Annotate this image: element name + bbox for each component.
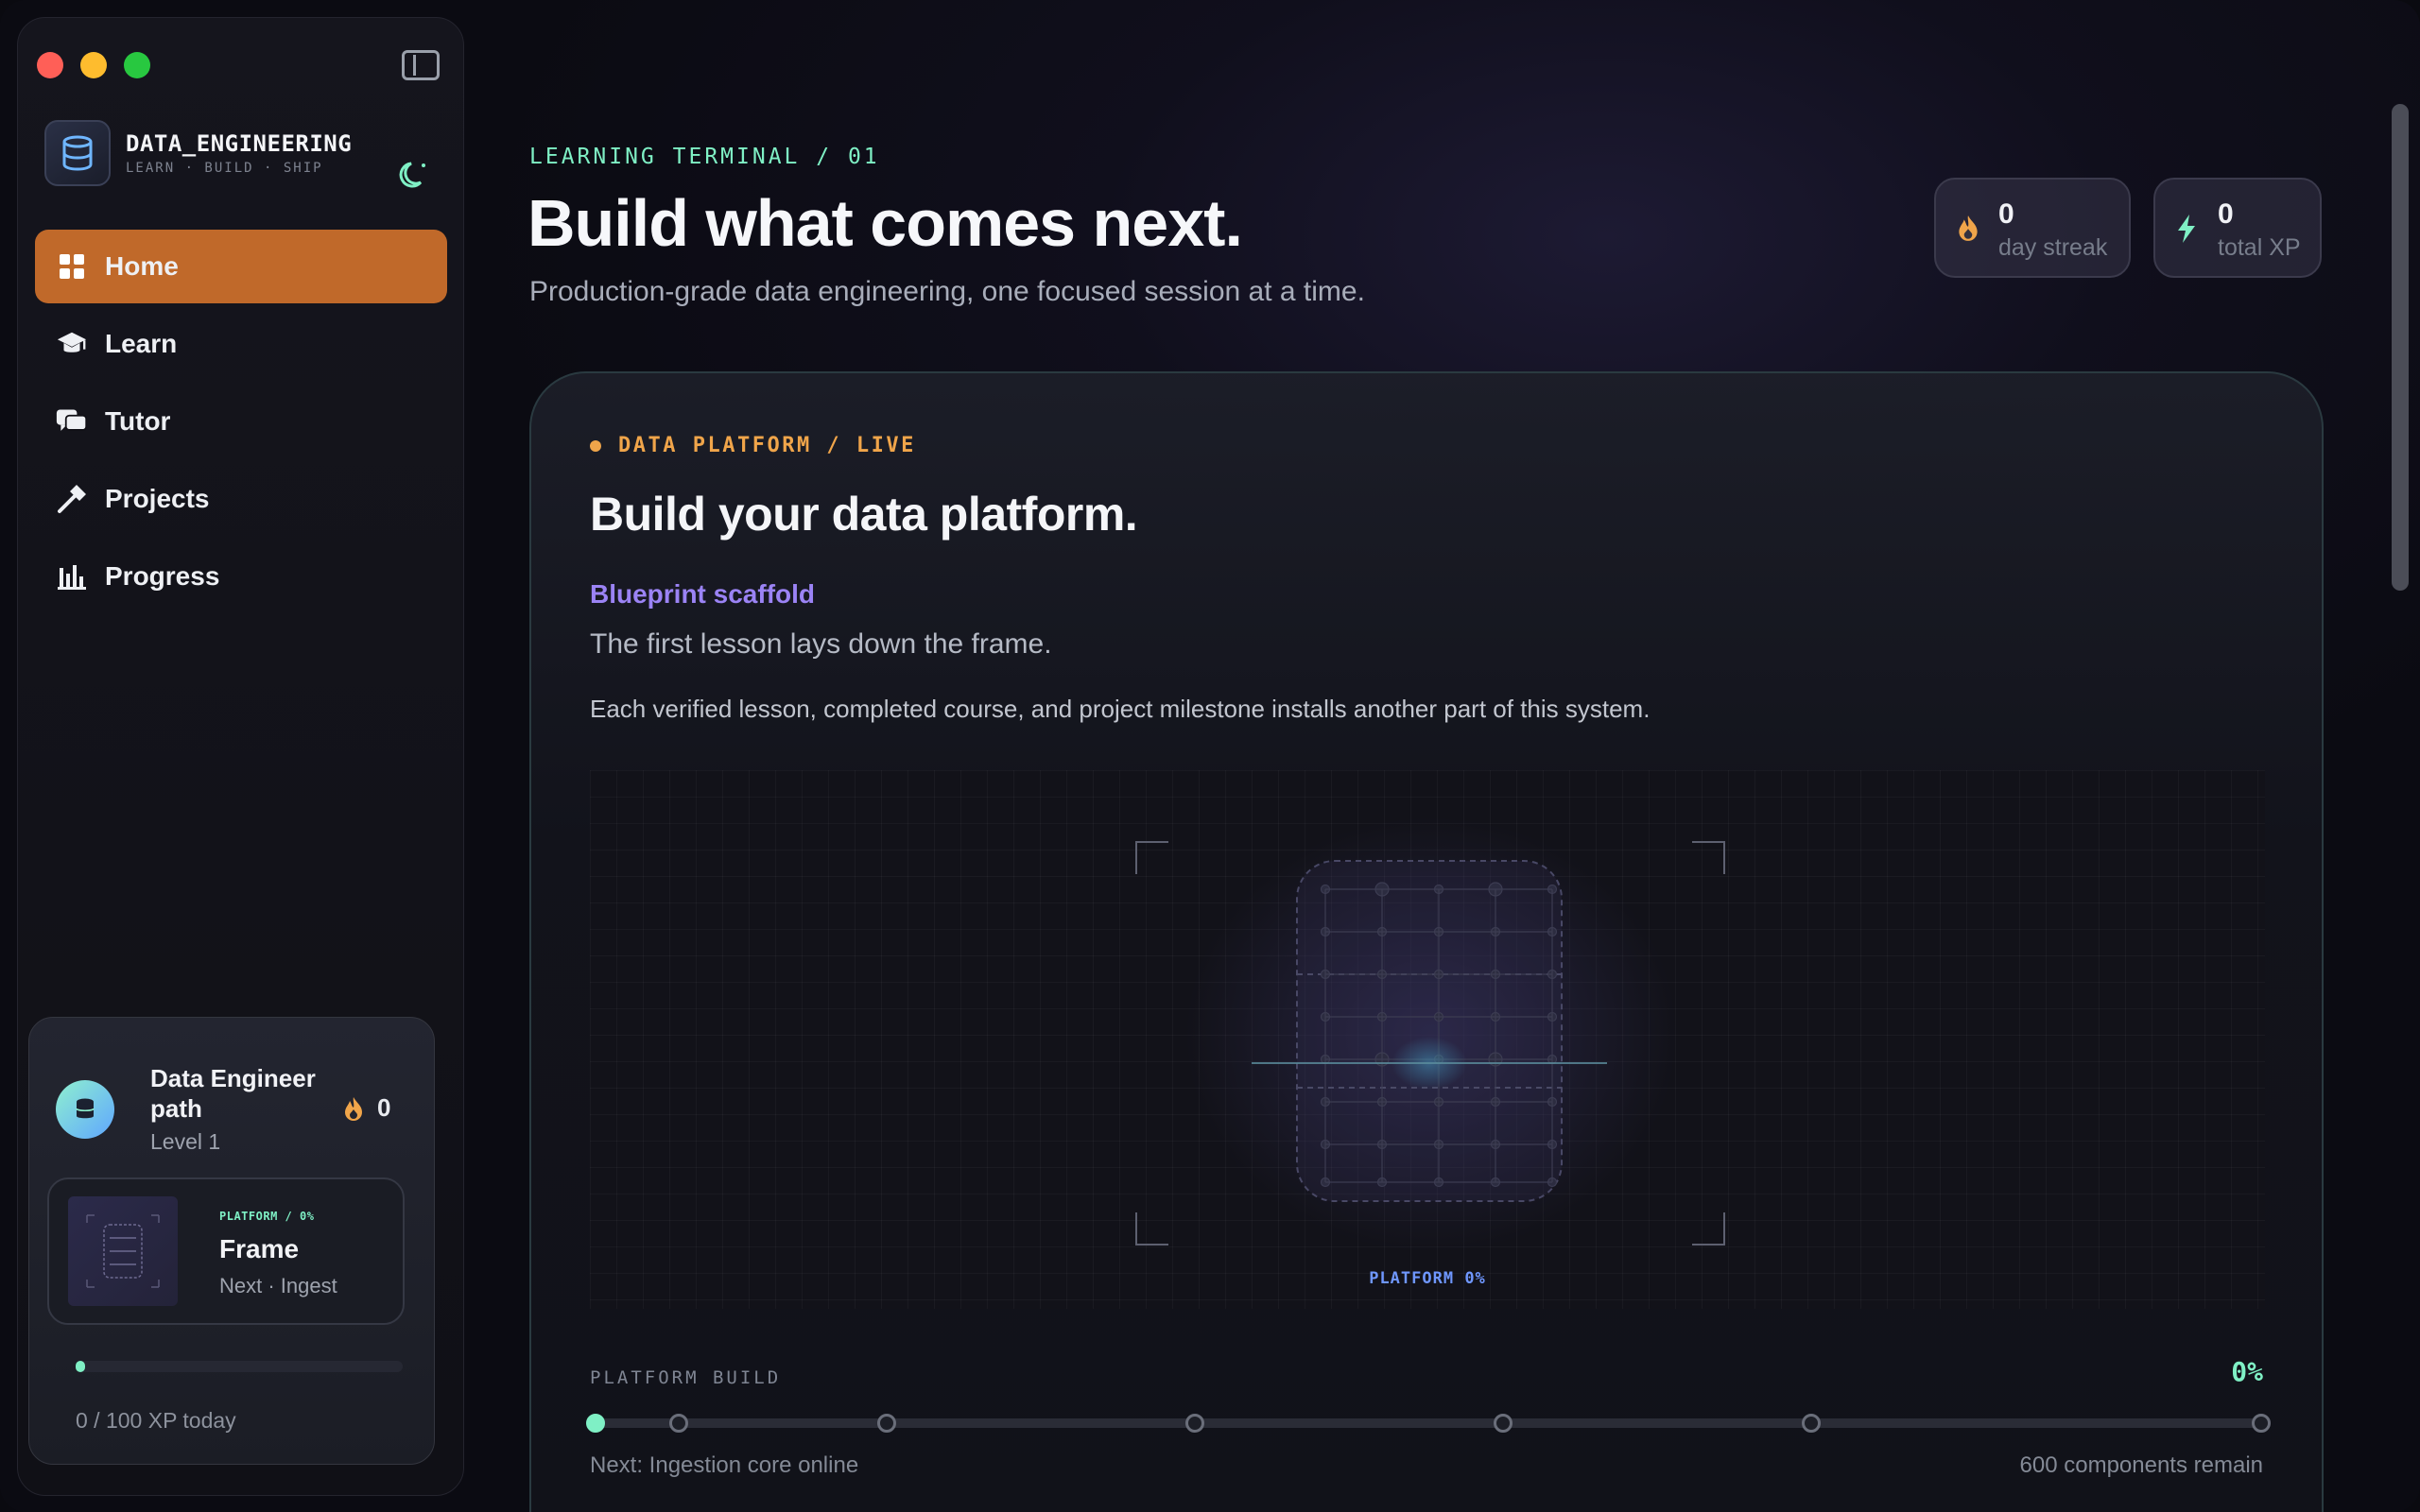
current-module-card[interactable]: PLATFORM / 0% Frame Next · Ingest [47, 1177, 405, 1325]
milestone-marker [1185, 1414, 1205, 1433]
milestone-marker [1802, 1414, 1822, 1433]
window-controls [37, 52, 150, 78]
live-indicator [590, 439, 601, 452]
components-remaining: 600 components remain [2019, 1452, 2263, 1478]
nav-label: Projects [105, 484, 210, 513]
grid-icon [56, 250, 88, 283]
platform-panel: DATA PLATFORM / LIVE Build your data pla… [529, 371, 2324, 1512]
close-window-button[interactable] [37, 52, 63, 78]
build-progress-track [586, 1414, 2271, 1433]
blueprint-illustration [1135, 817, 1725, 1252]
module-thumbnail [68, 1196, 178, 1306]
path-name: Data Engineer path [150, 1064, 316, 1123]
live-tag: DATA PLATFORM / LIVE [590, 434, 916, 457]
main-nav: Home Learn Tutor Projects Progress [35, 230, 447, 617]
xp-progress-bar [76, 1361, 403, 1372]
page-title: Build what comes next. [527, 186, 1243, 260]
streak-stat: 0 day streak [1934, 178, 2131, 278]
chat-bubbles-icon [56, 405, 88, 438]
build-label: PLATFORM BUILD [590, 1367, 782, 1388]
milestone-marker [2252, 1414, 2271, 1433]
lightning-icon [2176, 214, 2197, 249]
sidebar-toggle-icon[interactable] [402, 50, 440, 80]
module-next: Next · Ingest [219, 1274, 337, 1297]
scrollbar-thumb[interactable] [2392, 104, 2409, 591]
xp-stat: 0 total XP [2153, 178, 2322, 278]
milestone-marker [1494, 1414, 1513, 1433]
platform-description: The first lesson lays down the frame. [590, 628, 1052, 660]
platform-kicker: Blueprint scaffold [590, 579, 816, 609]
graduation-cap-icon [56, 328, 88, 360]
platform-canvas-label: PLATFORM 0% [1369, 1269, 1486, 1288]
nav-label: Learn [105, 329, 178, 358]
module-tag: PLATFORM / 0% [219, 1210, 315, 1223]
next-milestone: Next: Ingestion core online [590, 1452, 859, 1478]
xp-progress-fill [76, 1361, 85, 1372]
nav-label: Progress [105, 561, 220, 591]
moon-icon[interactable] [398, 156, 432, 190]
flame-icon [1957, 214, 1979, 247]
brand[interactable]: DATA_ENGINEERING LEARN · BUILD · SHIP [44, 120, 352, 186]
streak-value: 0 [1998, 198, 2014, 230]
nav-label: Tutor [105, 406, 171, 436]
page-subtitle: Production-grade data engineering, one f… [529, 276, 1365, 307]
nav-item-projects[interactable]: Projects [35, 462, 447, 536]
milestone-marker [586, 1414, 605, 1433]
brand-tagline: LEARN · BUILD · SHIP [126, 161, 323, 176]
nav-item-progress[interactable]: Progress [35, 540, 447, 613]
module-title: Frame [219, 1234, 300, 1263]
flame-icon [345, 1096, 362, 1121]
xp-today: 0 / 100 XP today [76, 1408, 236, 1433]
nav-item-home[interactable]: Home [35, 230, 447, 303]
xp-label: total XP [2218, 234, 2301, 261]
app-window: DATA_ENGINEERING LEARN · BUILD · SHIP Ho… [0, 0, 2420, 1512]
build-percent: 0% [2231, 1356, 2263, 1387]
nav-item-tutor[interactable]: Tutor [35, 385, 447, 458]
avatar [56, 1080, 114, 1139]
database-icon [44, 120, 111, 186]
profile-level: Level 1 [150, 1129, 221, 1154]
milestone-marker [877, 1414, 897, 1433]
profile-streak-value: 0 [377, 1093, 391, 1122]
live-tag-label: DATA PLATFORM / LIVE [618, 434, 916, 457]
streak-label: day streak [1998, 234, 2108, 261]
hammer-icon [56, 483, 88, 515]
brand-name: DATA_ENGINEERING [126, 130, 353, 157]
nav-item-learn[interactable]: Learn [35, 307, 447, 381]
profile-streak: 0 [343, 1093, 390, 1123]
platform-explainer: Each verified lesson, completed course, … [590, 695, 1651, 723]
milestone-marker [669, 1414, 689, 1433]
maximize-window-button[interactable] [124, 52, 150, 78]
bar-chart-icon [56, 560, 88, 593]
section-tag: LEARNING TERMINAL / 01 [529, 145, 880, 169]
xp-value: 0 [2218, 198, 2234, 230]
nav-label: Home [105, 251, 179, 281]
minimize-window-button[interactable] [80, 52, 107, 78]
platform-canvas: PLATFORM 0% [590, 770, 2265, 1309]
platform-title: Build your data platform. [590, 488, 1138, 541]
